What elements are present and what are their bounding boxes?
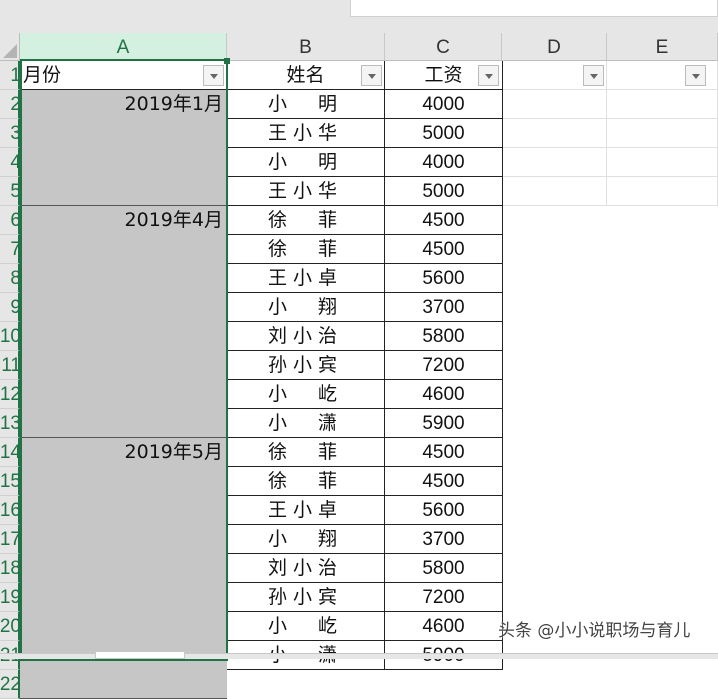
name-cell[interactable]: 刘小治: [227, 554, 385, 583]
row-header[interactable]: 22: [0, 670, 20, 699]
salary-cell[interactable]: 4500: [385, 438, 503, 467]
filter-dropdown-button[interactable]: [685, 65, 706, 86]
name-cell[interactable]: 王小华: [227, 177, 385, 206]
salary-cell[interactable]: 5000: [385, 119, 503, 148]
empty-cell[interactable]: [607, 90, 718, 119]
salary-cell[interactable]: 4500: [385, 235, 503, 264]
row-header[interactable]: 17: [0, 525, 20, 554]
filter-dropdown-button[interactable]: [203, 65, 224, 86]
column-header-e[interactable]: E: [607, 33, 718, 61]
row-header[interactable]: 14: [0, 438, 20, 467]
row-header[interactable]: 16: [0, 496, 20, 525]
name-cell[interactable]: 小 明: [227, 90, 385, 119]
column-header-d[interactable]: D: [502, 33, 607, 61]
name-cell[interactable]: 孙小宾: [227, 351, 385, 380]
empty-cell[interactable]: [502, 90, 607, 119]
name-cell[interactable]: 徐 菲: [227, 438, 385, 467]
row-header[interactable]: 18: [0, 554, 20, 583]
row-header[interactable]: 8: [0, 264, 20, 293]
empty-cell[interactable]: [502, 148, 607, 177]
row-header[interactable]: 15: [0, 467, 20, 496]
formula-input[interactable]: [350, 0, 718, 17]
row-header[interactable]: 9: [0, 293, 20, 322]
row-header[interactable]: 10: [0, 322, 20, 351]
name-cell[interactable]: 刘小治: [227, 322, 385, 351]
name-cell[interactable]: 小 屹: [227, 612, 385, 641]
row-header[interactable]: 5: [0, 177, 20, 206]
column-header-c[interactable]: C: [385, 33, 502, 61]
row-header[interactable]: 19: [0, 583, 20, 612]
salary-cell[interactable]: 5600: [385, 496, 503, 525]
row-header[interactable]: 20: [0, 612, 20, 641]
name-cell[interactable]: 徐 菲: [227, 467, 385, 496]
salary-cell[interactable]: 4000: [385, 148, 503, 177]
salary-cell[interactable]: 5800: [385, 554, 503, 583]
name-cell[interactable]: 小 屹: [227, 380, 385, 409]
salary-cell[interactable]: 3700: [385, 293, 503, 322]
salary-cell[interactable]: 5900: [385, 409, 503, 438]
row-header[interactable]: 13: [0, 409, 20, 438]
row-header[interactable]: 1: [0, 61, 20, 90]
empty-cell[interactable]: [502, 177, 607, 206]
row-header[interactable]: 11: [0, 351, 20, 380]
salary-cell[interactable]: 5800: [385, 322, 503, 351]
salary-cell[interactable]: 4600: [385, 380, 503, 409]
header-name-label: 姓名: [286, 64, 325, 86]
salary-cell[interactable]: 4500: [385, 206, 503, 235]
name-cell[interactable]: 徐 菲: [227, 235, 385, 264]
row-header[interactable]: 7: [0, 235, 20, 264]
salary-cell[interactable]: 5000: [385, 177, 503, 206]
name-cell[interactable]: 小 潇: [227, 409, 385, 438]
empty-cell[interactable]: [607, 119, 718, 148]
salary-cell[interactable]: 4500: [385, 467, 503, 496]
row-header[interactable]: 3: [0, 119, 20, 148]
fill-handle[interactable]: [224, 58, 230, 64]
row-header[interactable]: 2: [0, 90, 20, 119]
select-all-button[interactable]: [0, 33, 20, 61]
name-cell[interactable]: 小 翔: [227, 293, 385, 322]
empty-cell[interactable]: [502, 119, 607, 148]
filter-dropdown-button[interactable]: [361, 65, 382, 86]
watermark: 头条 @小小说职场与育儿: [498, 621, 691, 641]
name-cell[interactable]: 王小卓: [227, 264, 385, 293]
month-cell[interactable]: 2019年4月: [20, 206, 227, 438]
salary-cell[interactable]: 4000: [385, 90, 503, 119]
salary-cell[interactable]: 7200: [385, 583, 503, 612]
salary-cell[interactable]: 5600: [385, 264, 503, 293]
salary-cell[interactable]: 7200: [385, 351, 503, 380]
name-cell[interactable]: 王小华: [227, 119, 385, 148]
name-cell[interactable]: 徐 菲: [227, 206, 385, 235]
filter-dropdown-button[interactable]: [583, 65, 604, 86]
empty-cell[interactable]: [607, 177, 718, 206]
month-cell[interactable]: 2019年1月: [20, 90, 227, 206]
salary-cell[interactable]: 3700: [385, 525, 503, 554]
name-cell[interactable]: 小 明: [227, 148, 385, 177]
column-header-a[interactable]: A: [20, 33, 227, 61]
name-cell[interactable]: 王小卓: [227, 496, 385, 525]
column-header-b[interactable]: B: [227, 33, 385, 61]
filter-dropdown-button[interactable]: [478, 65, 499, 86]
header-month-label: 月份: [23, 64, 62, 86]
salary-cell[interactable]: 4600: [385, 612, 503, 641]
row-header[interactable]: 6: [0, 206, 20, 235]
name-cell[interactable]: 小 翔: [227, 525, 385, 554]
row-header[interactable]: 12: [0, 380, 20, 409]
header-month[interactable]: 月份: [20, 61, 227, 90]
row-header[interactable]: 4: [0, 148, 20, 177]
name-cell[interactable]: 孙小宾: [227, 583, 385, 612]
header-salary-label: 工资: [424, 64, 463, 86]
month-cell[interactable]: 2019年5月: [20, 438, 227, 699]
sheet-tab[interactable]: [95, 652, 185, 659]
empty-cell[interactable]: [607, 148, 718, 177]
